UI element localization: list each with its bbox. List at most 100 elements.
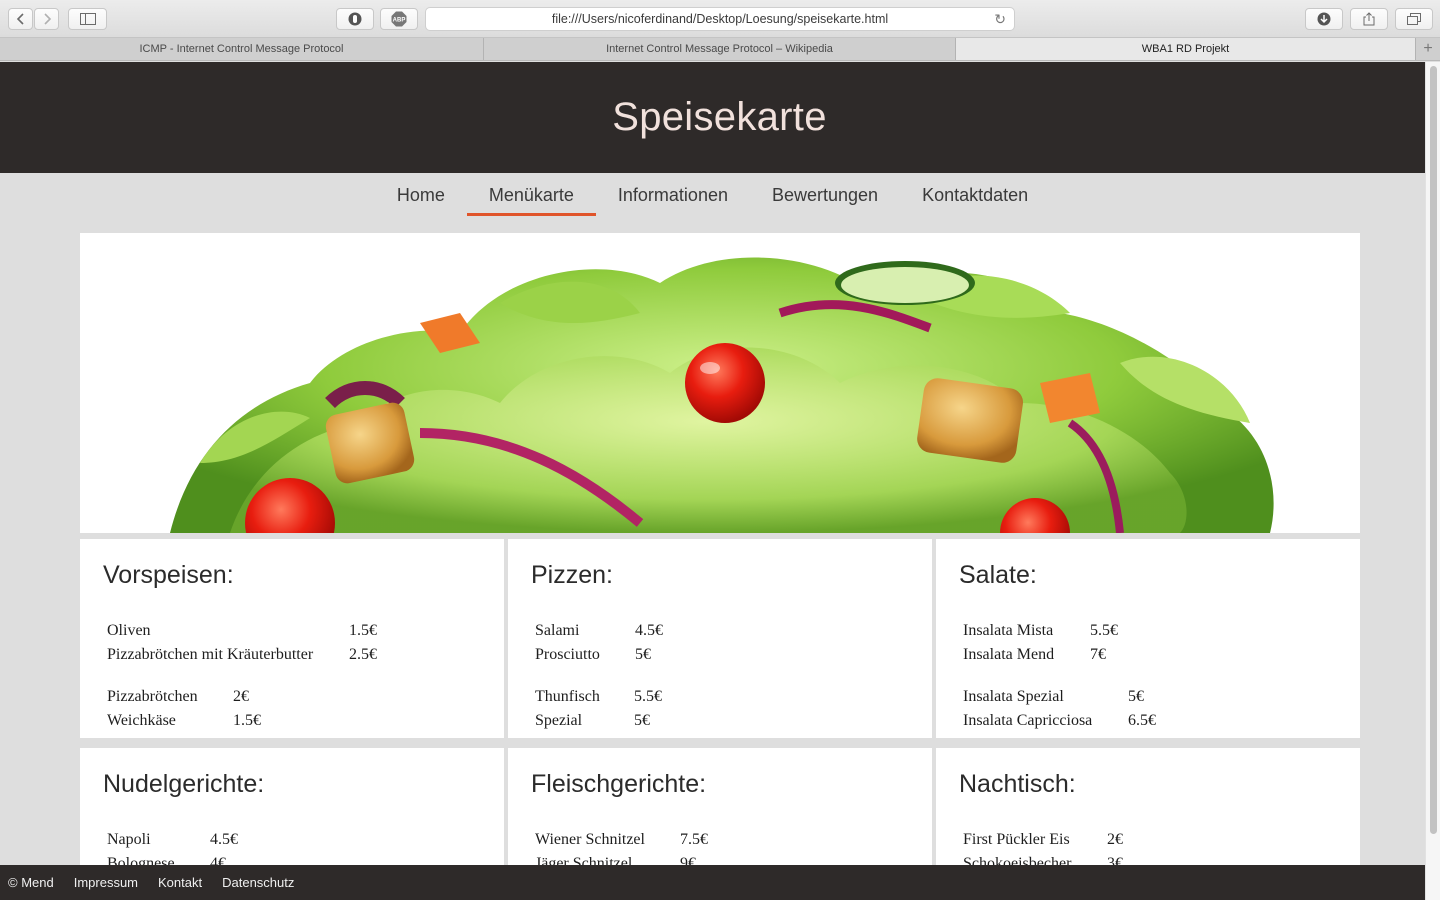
reload-icon[interactable]: ↻ xyxy=(994,11,1006,28)
menu-item: Napoli 4.5€ xyxy=(107,828,238,852)
hand-icon xyxy=(348,12,362,26)
new-tab-button[interactable]: + xyxy=(1416,38,1440,60)
menu-item-name: Oliven xyxy=(107,622,151,639)
vertical-scrollbar[interactable] xyxy=(1425,62,1440,900)
menu-category-title: Salate: xyxy=(959,561,1037,589)
menu-item-name: Insalata Mend xyxy=(963,646,1055,663)
share-icon xyxy=(1363,12,1375,26)
menu-category-title: Vorspeisen: xyxy=(103,561,234,589)
chevron-left-icon xyxy=(16,13,24,25)
menu-card-vorspeisen: Vorspeisen: Oliven 1.5€ Pizzabrötchen mi… xyxy=(80,539,504,738)
tab-label: ICMP - Internet Control Message Protocol xyxy=(139,43,344,55)
menu-item: Insalata Spezial 5€ xyxy=(963,685,1156,709)
menu-item-name: Spezial xyxy=(535,712,583,729)
adblock-icon: ABP xyxy=(391,11,407,27)
menu-category-title: Nudelgerichte: xyxy=(103,770,265,798)
chevron-right-icon xyxy=(43,13,51,25)
menu-item-price: 5€ xyxy=(634,712,650,729)
tab-label: Internet Control Message Protocol – Wiki… xyxy=(606,43,833,55)
menu-item-price: 1.5€ xyxy=(349,622,377,639)
menu-item-name: Thunfisch xyxy=(535,688,600,705)
menu-item-price: 5€ xyxy=(1128,688,1144,705)
tab-label: WBA1 RD Projekt xyxy=(1141,43,1230,55)
menu-item-name: Salami xyxy=(535,622,580,639)
privacy-extension-button[interactable] xyxy=(336,8,374,30)
menu-item-name: Insalata Mista xyxy=(963,622,1054,639)
nav-kontaktdaten[interactable]: Kontaktdaten xyxy=(900,173,1050,218)
hero-salad-image xyxy=(80,233,1360,533)
nav-informationen[interactable]: Informationen xyxy=(596,173,750,218)
menu-item-price: 2€ xyxy=(233,688,249,705)
salad-illustration xyxy=(170,257,1274,533)
sidebar-toggle-button[interactable] xyxy=(68,8,107,30)
menu-category-title: Nachtisch: xyxy=(959,770,1076,798)
nav-menuekarte[interactable]: Menükarte xyxy=(466,173,596,218)
tab-wikipedia[interactable]: Internet Control Message Protocol – Wiki… xyxy=(484,38,956,60)
menu-item: Spezial 5€ xyxy=(535,709,663,733)
site-header: Speisekarte xyxy=(0,62,1425,173)
menu-item-price: 4.5€ xyxy=(210,831,238,848)
tabs-icon xyxy=(1407,13,1421,25)
sidebar-icon xyxy=(79,13,96,25)
menu-item-price: 7€ xyxy=(1090,646,1106,663)
menu-item: Insalata Capricciosa 6.5€ xyxy=(963,709,1156,733)
menu-item: Prosciutto 5€ xyxy=(535,643,663,667)
menu-item-name: Napoli xyxy=(107,831,151,848)
tabs-overview-button[interactable] xyxy=(1395,8,1433,30)
menu-item-name: First Pückler Eis xyxy=(963,831,1070,848)
menu-item-name: Pizzabrötchen xyxy=(107,688,198,705)
main-nav: Home Menükarte Informationen Bewertungen… xyxy=(0,173,1425,218)
menu-card-pizzen: Pizzen: Salami 4.5€ Prosciutto 5€ Thunfi… xyxy=(508,539,932,738)
menu-item: Insalata Mista 5.5€ xyxy=(963,619,1156,643)
menu-list: Salami 4.5€ Prosciutto 5€ Thunfisch 5.5€… xyxy=(535,619,663,733)
page-viewport: Speisekarte Home Menükarte Informationen… xyxy=(0,62,1425,900)
menu-category-title: Fleischgerichte: xyxy=(531,770,707,798)
footer-link-kontakt[interactable]: Kontakt xyxy=(158,875,202,890)
menu-list: Oliven 1.5€ Pizzabrötchen mit Kräuterbut… xyxy=(107,619,377,733)
back-button[interactable] xyxy=(8,8,33,30)
menu-item-price: 5.5€ xyxy=(634,688,662,705)
nav-home[interactable]: Home xyxy=(375,173,467,218)
menu-item-price: 2.5€ xyxy=(349,646,377,663)
forward-button[interactable] xyxy=(34,8,59,30)
menu-item: Salami 4.5€ xyxy=(535,619,663,643)
download-icon xyxy=(1317,12,1331,26)
menu-item: Weichkäse 1.5€ xyxy=(107,709,377,733)
menu-item-price: 5€ xyxy=(635,646,651,663)
menu-card-salate: Salate: Insalata Mista 5.5€ Insalata Men… xyxy=(936,539,1360,738)
menu-item-name: Weichkäse xyxy=(107,712,176,729)
menu-item-name: Wiener Schnitzel xyxy=(535,831,645,848)
tab-icmp[interactable]: ICMP - Internet Control Message Protocol xyxy=(0,38,484,60)
page-title: Speisekarte xyxy=(612,95,827,139)
downloads-button[interactable] xyxy=(1305,8,1343,30)
svg-text:ABP: ABP xyxy=(393,18,406,24)
browser-toolbar: ABP file:///Users/nicoferdinand/Desktop/… xyxy=(0,0,1440,38)
share-button[interactable] xyxy=(1350,8,1388,30)
menu-item: Pizzabrötchen 2€ xyxy=(107,685,377,709)
menu-item: First Pückler Eis 2€ xyxy=(963,828,1123,852)
nav-bewertungen[interactable]: Bewertungen xyxy=(750,173,900,218)
menu-category-title: Pizzen: xyxy=(531,561,613,589)
site-footer: © Mend Impressum Kontakt Datenschutz xyxy=(0,865,1425,900)
menu-item-price: 7.5€ xyxy=(680,831,708,848)
menu-item: Pizzabrötchen mit Kräuterbutter 2.5€ xyxy=(107,643,377,667)
menu-item-price: 5.5€ xyxy=(1090,622,1118,639)
plus-icon: + xyxy=(1423,40,1433,57)
menu-list: Insalata Mista 5.5€ Insalata Mend 7€ Ins… xyxy=(963,619,1156,733)
footer-link-impressum[interactable]: Impressum xyxy=(74,875,138,890)
menu-item-price: 1.5€ xyxy=(233,712,261,729)
address-bar-url: file:///Users/nicoferdinand/Desktop/Loes… xyxy=(551,12,889,26)
menu-item-price: 4.5€ xyxy=(635,622,663,639)
tab-bar: ICMP - Internet Control Message Protocol… xyxy=(0,38,1440,61)
scrollbar-thumb[interactable] xyxy=(1430,66,1437,834)
footer-copyright: © Mend xyxy=(8,875,54,890)
menu-item: Wiener Schnitzel 7.5€ xyxy=(535,828,708,852)
menu-item-name: Insalata Capricciosa xyxy=(963,712,1093,729)
footer-link-datenschutz[interactable]: Datenschutz xyxy=(222,875,294,890)
tab-wba1[interactable]: WBA1 RD Projekt xyxy=(956,38,1416,60)
adblock-button[interactable]: ABP xyxy=(380,8,418,30)
menu-item-price: 2€ xyxy=(1107,831,1123,848)
menu-item: Thunfisch 5.5€ xyxy=(535,685,663,709)
menu-item-name: Pizzabrötchen mit Kräuterbutter xyxy=(107,646,314,663)
address-bar[interactable]: file:///Users/nicoferdinand/Desktop/Loes… xyxy=(425,7,1015,31)
